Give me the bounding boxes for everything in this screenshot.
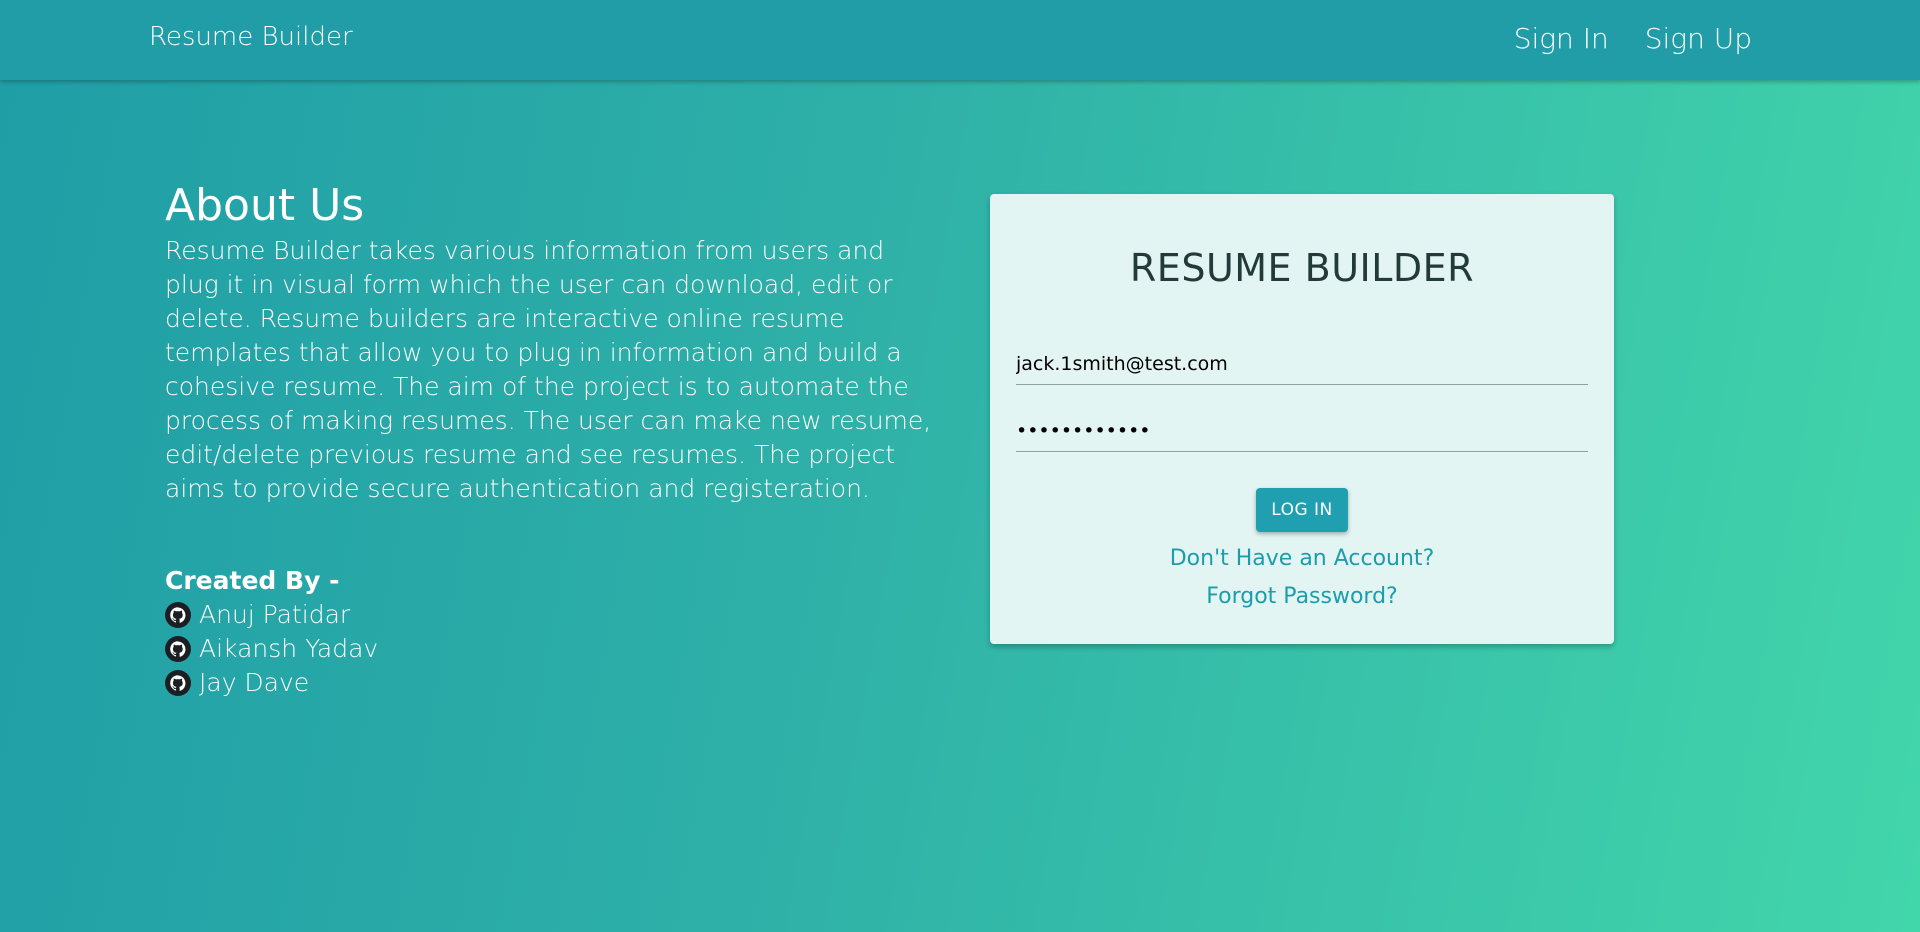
brand-link[interactable]: Resume Builder	[149, 22, 353, 52]
top-navbar: Resume Builder Sign In Sign Up	[0, 0, 1920, 80]
about-section: About Us Resume Builder takes various in…	[165, 178, 935, 700]
author-name: Aikansh Yadav	[199, 634, 379, 663]
created-by-section: Created By - Anuj Patidar Aikansh Yadav …	[165, 564, 935, 700]
email-field[interactable]	[1016, 344, 1588, 385]
about-description: Resume Builder takes various information…	[165, 236, 932, 503]
github-icon	[165, 636, 191, 662]
login-button[interactable]: LOG IN	[1256, 488, 1348, 532]
about-title: About Us	[165, 180, 365, 231]
author-link[interactable]: Jay Dave	[165, 666, 935, 700]
author-name: Jay Dave	[199, 668, 310, 697]
author-name: Anuj Patidar	[199, 600, 351, 629]
password-field[interactable]	[1016, 411, 1588, 452]
sign-up-link[interactable]: Sign Up	[1645, 22, 1752, 55]
github-icon	[165, 670, 191, 696]
login-card: RESUME BUILDER LOG IN Don't Have an Acco…	[990, 194, 1614, 644]
github-icon	[165, 602, 191, 628]
created-by-heading: Created By -	[165, 566, 340, 595]
nav-links: Sign In Sign Up	[1514, 22, 1752, 55]
forgot-password-link[interactable]: Forgot Password?	[990, 584, 1614, 609]
login-card-title: RESUME BUILDER	[1129, 246, 1475, 290]
sign-in-link[interactable]: Sign In	[1514, 22, 1609, 55]
author-link[interactable]: Anuj Patidar	[165, 598, 935, 632]
author-link[interactable]: Aikansh Yadav	[165, 632, 935, 666]
signup-link[interactable]: Don't Have an Account?	[990, 546, 1614, 571]
